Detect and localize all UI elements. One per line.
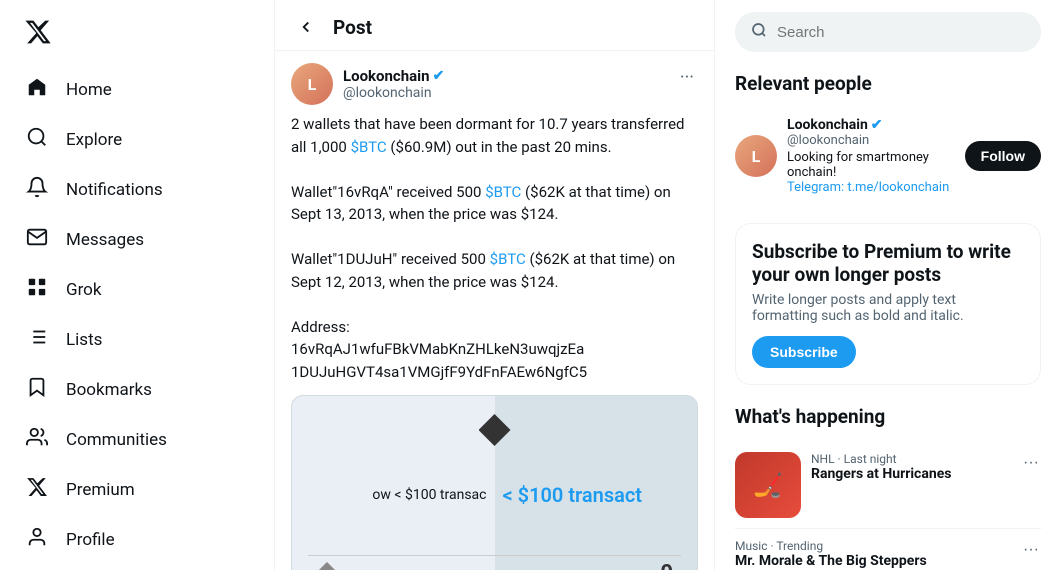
person-row: L Lookonchain ✔ @lookonchain Looking for… [735,109,1041,203]
preview-overlap: ow < $100 transac < $100 transact 0 [292,396,697,570]
search-bar[interactable] [735,12,1041,52]
premium-desc: Write longer posts and apply text format… [752,292,1024,324]
search-icon [751,22,767,42]
sidebar-item-label-profile: Profile [66,530,115,550]
sidebar-item-communities[interactable]: Communities [12,416,262,464]
sidebar-item-profile[interactable]: Profile [12,516,262,564]
happening-item-1[interactable]: Music · Trending Mr. Morale & The Big St… [735,529,1041,570]
preview-right-text: < $100 transact [495,396,698,570]
person-name: Lookonchain ✔ [787,117,955,133]
messages-icon [24,226,50,254]
post-title: Post [333,16,372,39]
tweet-image-preview[interactable]: ow < $100 transac < $100 transact 0 [291,395,698,570]
sidebar-item-messages[interactable]: Messages [12,216,262,264]
preview-divider [308,555,681,556]
sidebar: Home Explore Notifications Messages Grok… [0,0,275,570]
preview-left-text: ow < $100 transac [292,396,495,570]
relevant-people-section: Relevant people L Lookonchain ✔ @lookonc… [735,72,1041,203]
follow-button[interactable]: Follow [965,141,1041,171]
home-icon [24,76,50,104]
sidebar-item-label-home: Home [66,80,112,100]
premium-icon [24,476,50,504]
diamond-icon-top [479,414,511,446]
happening-category-1: Music · Trending [735,539,1011,553]
person-verified-badge: ✔ [871,117,883,133]
diamond-icon-bottom [316,562,338,570]
relevant-people-title: Relevant people [735,72,1041,95]
happening-more-1[interactable]: ··· [1021,539,1041,561]
happening-section: What's happening 🏒 NHL · Last night Rang… [735,405,1041,570]
right-panel: Relevant people L Lookonchain ✔ @lookonc… [715,0,1061,570]
btc-link-1[interactable]: $BTC [351,138,387,156]
author-handle: @lookonchain [343,85,444,101]
author-name: Lookonchain ✔ [343,67,444,85]
sidebar-item-label-messages: Messages [66,230,144,250]
sidebar-item-label-lists: Lists [66,330,102,350]
btc-link-3[interactable]: $BTC [490,250,526,268]
tweet-body: 2 wallets that have been dormant for 10.… [291,113,698,383]
tweet-user-info: L Lookonchain ✔ @lookonchain [291,63,444,105]
person-handle: @lookonchain [787,133,955,148]
main-content: Post L Lookonchain ✔ @lookonchain ··· 2 … [275,0,715,570]
happening-item-title-1: Mr. Morale & The Big Steppers [735,553,1011,569]
notifications-icon [24,176,50,204]
happening-text-0: NHL · Last night Rangers at Hurricanes [811,452,1011,482]
btc-link-2[interactable]: $BTC [485,183,521,201]
premium-title: Subscribe to Premium to write your own l… [752,240,1024,286]
sidebar-item-notifications[interactable]: Notifications [12,166,262,214]
tweet-user-row: L Lookonchain ✔ @lookonchain ··· [291,63,698,105]
happening-image-0: 🏒 [735,452,801,518]
person-info: Lookonchain ✔ @lookonchain Looking for s… [787,117,955,195]
verified-badge: ✔ [433,68,445,84]
preview-bottom-char: 0 [660,561,673,570]
sidebar-item-home[interactable]: Home [12,66,262,114]
sidebar-item-label-notifications: Notifications [66,180,163,200]
tweet-more-button[interactable]: ··· [676,63,698,92]
person-bio-link[interactable]: Telegram: t.me/lookonchain [787,180,949,195]
sidebar-item-grok[interactable]: Grok [12,266,262,314]
sidebar-item-bookmarks[interactable]: Bookmarks [12,366,262,414]
sidebar-item-lists[interactable]: Lists [12,316,262,364]
subscribe-button[interactable]: Subscribe [752,336,856,368]
happening-text-1: Music · Trending Mr. Morale & The Big St… [735,539,1011,569]
sidebar-item-label-premium: Premium [66,480,135,500]
person-bio: Looking for smartmoney onchain! Telegram… [787,150,955,195]
sidebar-logo[interactable] [12,8,262,60]
grok-icon [24,276,50,304]
person-avatar: L [735,135,777,177]
back-button[interactable] [291,12,321,42]
tweet-container: L Lookonchain ✔ @lookonchain ··· 2 walle… [275,51,714,570]
profile-icon [24,526,50,554]
bookmarks-icon [24,376,50,404]
search-input[interactable] [777,24,1025,41]
sidebar-item-label-grok: Grok [66,280,102,300]
sidebar-item-premium[interactable]: Premium [12,466,262,514]
sidebar-item-label-explore: Explore [66,130,122,150]
lists-icon [24,326,50,354]
happening-item-title-0: Rangers at Hurricanes [811,466,1011,482]
post-header: Post [275,0,714,51]
sidebar-item-label-bookmarks: Bookmarks [66,380,152,400]
happening-title: What's happening [735,405,1041,428]
happening-category-0: NHL · Last night [811,452,1011,466]
sidebar-item-explore[interactable]: Explore [12,116,262,164]
happening-more-0[interactable]: ··· [1021,452,1041,474]
premium-section: Subscribe to Premium to write your own l… [735,223,1041,385]
author-name-block: Lookonchain ✔ @lookonchain [343,67,444,101]
explore-icon [24,126,50,154]
avatar: L [291,63,333,105]
sidebar-item-more[interactable]: More [12,566,262,570]
happening-item-0[interactable]: 🏒 NHL · Last night Rangers at Hurricanes… [735,442,1041,529]
sidebar-item-label-communities: Communities [66,430,167,450]
communities-icon [24,426,50,454]
